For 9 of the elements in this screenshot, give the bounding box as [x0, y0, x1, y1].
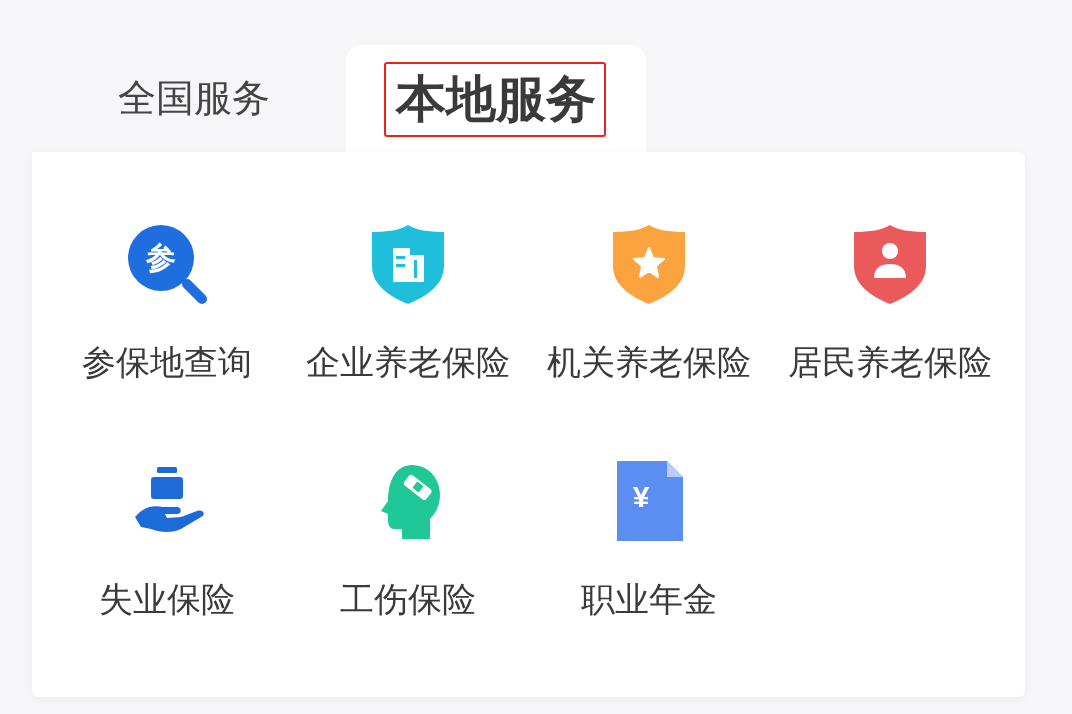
service-tile[interactable]: 工伤保险 — [287, 459, 529, 617]
service-tile[interactable]: 机关养老保险 — [528, 222, 770, 380]
service-tile[interactable]: 企业养老保险 — [287, 222, 529, 380]
tab[interactable]: 本地服务 — [346, 45, 646, 152]
tab[interactable]: 全国服务 — [118, 45, 270, 152]
service-tile[interactable]: 失业保险 — [46, 459, 288, 617]
service-tile[interactable]: 居民养老保险 — [769, 222, 1011, 380]
service-tile[interactable]: ¥ 职业年金 — [528, 459, 770, 617]
service-tile[interactable]: 参 参保地查询 — [46, 222, 288, 380]
